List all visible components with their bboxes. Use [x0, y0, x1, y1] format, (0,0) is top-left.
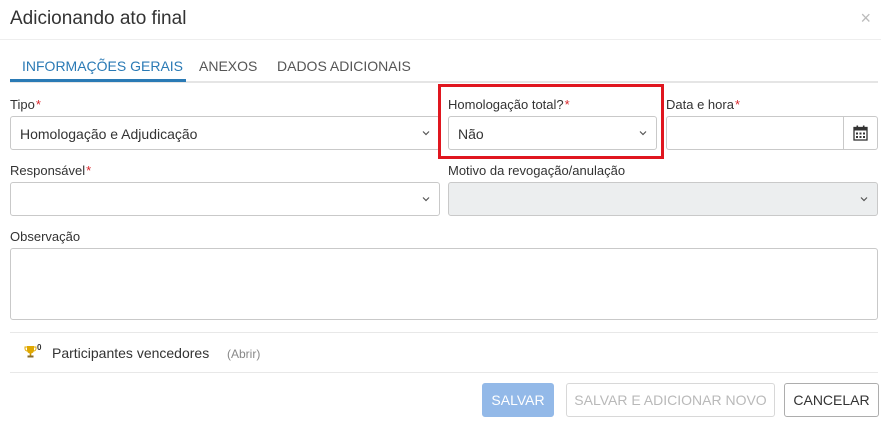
data-hora-input[interactable]	[666, 116, 844, 150]
highlight-box	[438, 84, 664, 159]
chevron-down-icon	[422, 131, 430, 136]
dialog-title: Adicionando ato final	[10, 8, 187, 29]
save-button[interactable]: SALVAR	[482, 383, 554, 417]
winners-open-link[interactable]: (Abrir)	[227, 347, 260, 361]
winners-label: Participantes vencedores	[52, 345, 210, 361]
observacao-textarea[interactable]	[10, 248, 878, 320]
save-and-add-new-button[interactable]: SALVAR E ADICIONAR NOVO	[566, 383, 775, 417]
tab-dados-adicionais[interactable]: DADOS ADICIONAIS	[277, 58, 411, 74]
tab-anexos[interactable]: ANEXOS	[199, 58, 257, 74]
tab-informacoes-gerais[interactable]: INFORMAÇÕES GERAIS	[22, 58, 183, 74]
tipo-value: Homologação e Adjudicação	[20, 126, 198, 142]
responsavel-select[interactable]	[10, 182, 440, 216]
winners-count-badge: 0	[37, 343, 42, 352]
active-tab-indicator	[10, 79, 186, 82]
chevron-down-icon	[860, 197, 868, 202]
dialog-header: Adicionando ato final ×	[0, 0, 881, 40]
responsavel-label: Responsável*	[10, 163, 92, 178]
trophy-icon	[24, 346, 37, 358]
tipo-label: Tipo*	[10, 97, 41, 112]
tipo-select[interactable]: Homologação e Adjudicação	[10, 116, 440, 150]
observacao-label: Observação	[10, 229, 81, 244]
calendar-icon	[853, 125, 868, 141]
chevron-down-icon	[422, 197, 430, 202]
close-icon[interactable]: ×	[860, 9, 871, 27]
tab-bar: INFORMAÇÕES GERAIS ANEXOS DADOS ADICIONA…	[10, 50, 878, 83]
motivo-label: Motivo da revogação/anulação	[448, 163, 626, 178]
cancel-button[interactable]: CANCELAR	[784, 383, 879, 417]
calendar-button[interactable]	[844, 116, 878, 150]
motivo-select	[448, 182, 878, 216]
data-hora-label: Data e hora*	[666, 97, 740, 112]
winners-section[interactable]: 0 Participantes vencedores (Abrir)	[10, 332, 878, 373]
